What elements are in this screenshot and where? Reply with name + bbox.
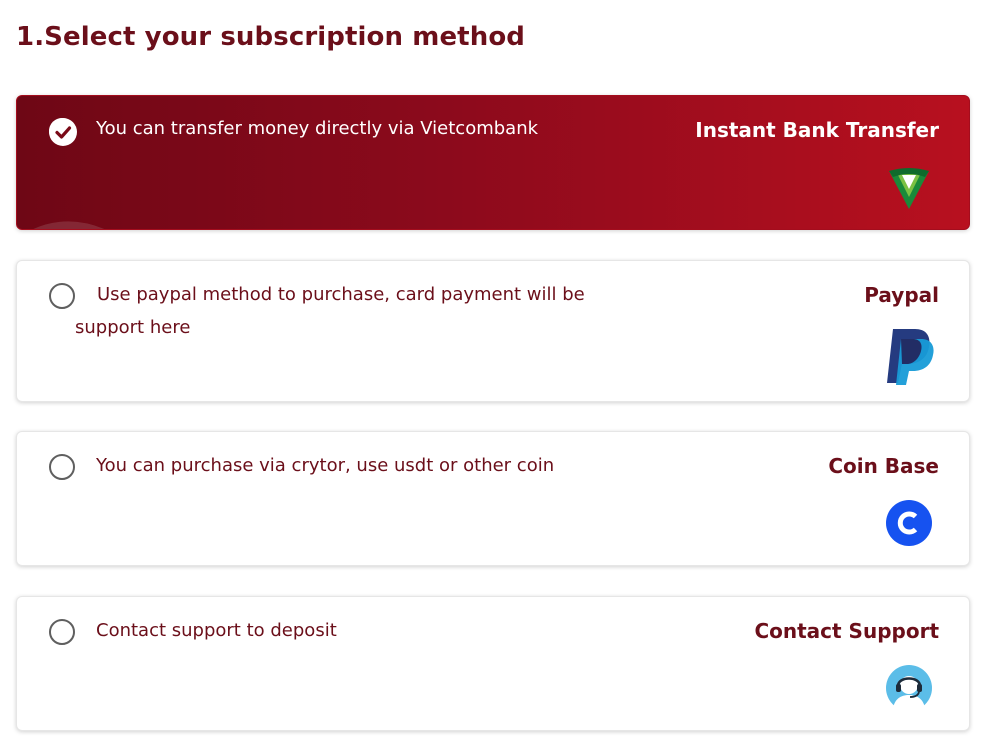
- option-name: Instant Bank Transfer: [695, 118, 939, 142]
- radio-unchecked-icon[interactable]: [49, 283, 75, 309]
- option-description: You can transfer money directly via Viet…: [96, 118, 539, 139]
- radio-checked-icon[interactable]: [49, 118, 77, 146]
- coinbase-logo-icon: [886, 500, 932, 546]
- option-name: Contact Support: [754, 619, 939, 643]
- option-description: Contact support to deposit: [96, 620, 337, 641]
- option-paypal[interactable]: Use paypal method to purchase, card paym…: [16, 260, 970, 402]
- option-instant-bank-transfer[interactable]: You can transfer money directly via Viet…: [16, 95, 970, 230]
- paypal-logo-icon: [887, 329, 934, 385]
- radio-unchecked-icon[interactable]: [49, 619, 75, 645]
- subscription-method-page: 1.Select your subscription method You ca…: [0, 0, 986, 755]
- radio-unchecked-icon[interactable]: [49, 454, 75, 480]
- page-title: 1.Select your subscription method: [16, 22, 525, 52]
- option-coin-base[interactable]: You can purchase via crytor, use usdt or…: [16, 431, 970, 566]
- option-description: You can purchase via crytor, use usdt or…: [96, 455, 555, 476]
- decorative-swirl: [34, 221, 104, 229]
- option-name: Coin Base: [828, 454, 939, 478]
- support-agent-icon: [886, 665, 932, 712]
- option-description: Use paypal method to purchase, card paym…: [75, 284, 585, 338]
- option-name: Paypal: [864, 283, 939, 307]
- option-contact-support[interactable]: Contact support to deposit Contact Suppo…: [16, 596, 970, 731]
- vietcombank-logo-icon: [889, 168, 929, 209]
